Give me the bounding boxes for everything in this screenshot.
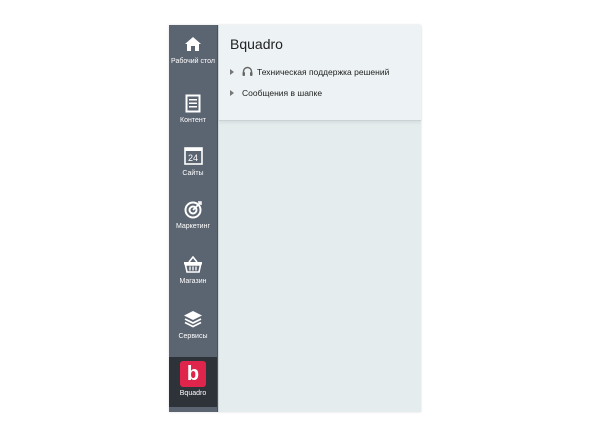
bquadro-logo-icon: b: [180, 361, 206, 387]
expand-arrow-icon[interactable]: [230, 68, 234, 75]
admin-window: Рабочий стол Контент 24 Сайты Маркетинг …: [169, 25, 421, 412]
menu-item-label: Техническая поддержка решений: [257, 66, 390, 77]
home-icon: [183, 34, 203, 54]
sidebar-item-content[interactable]: Контент: [169, 93, 217, 125]
sidebar-item-marketing[interactable]: Маркетинг: [169, 199, 217, 231]
expand-arrow-icon[interactable]: [230, 90, 234, 96]
sidebar-item-label: Контент: [180, 117, 206, 124]
target-icon: [183, 199, 203, 219]
sidebar-item-label: Bquadro: [179, 390, 207, 397]
sidebar-item-shop[interactable]: Магазин: [169, 254, 217, 286]
sidebar: Рабочий стол Контент 24 Сайты Маркетинг …: [169, 25, 218, 412]
page-title: Bquadro: [230, 36, 283, 52]
menu-item-label: Сообщения в шапке: [242, 88, 323, 98]
basket-icon: [183, 254, 203, 274]
main-panel: Bquadro Техническая поддержка решений Со…: [218, 25, 421, 412]
layers-icon: [183, 309, 203, 329]
document-icon: [183, 93, 203, 113]
sidebar-item-label: Сайты: [182, 170, 204, 177]
sidebar-item-label: Магазин: [179, 278, 207, 285]
sidebar-item-desktop[interactable]: Рабочий стол: [169, 34, 217, 66]
sidebar-item-label: Рабочий стол: [171, 58, 215, 65]
sidebar-item-sites[interactable]: 24 Сайты: [169, 146, 217, 178]
headset-icon: [242, 66, 253, 77]
sidebar-item-label: Маркетинг: [175, 223, 211, 230]
sidebar-item-bquadro[interactable]: b Bquadro: [169, 357, 217, 407]
sidebar-item-services[interactable]: Сервисы: [169, 309, 217, 341]
sidebar-item-label: Сервисы: [178, 333, 208, 340]
menu-item-tech-support[interactable]: Техническая поддержка решений: [230, 66, 389, 77]
calendar-icon: 24: [183, 146, 203, 166]
calendar-day: 24: [187, 153, 198, 163]
menu-item-header-messages[interactable]: Сообщения в шапке: [230, 88, 322, 98]
module-menu: Bquadro Техническая поддержка решений Со…: [219, 25, 421, 121]
